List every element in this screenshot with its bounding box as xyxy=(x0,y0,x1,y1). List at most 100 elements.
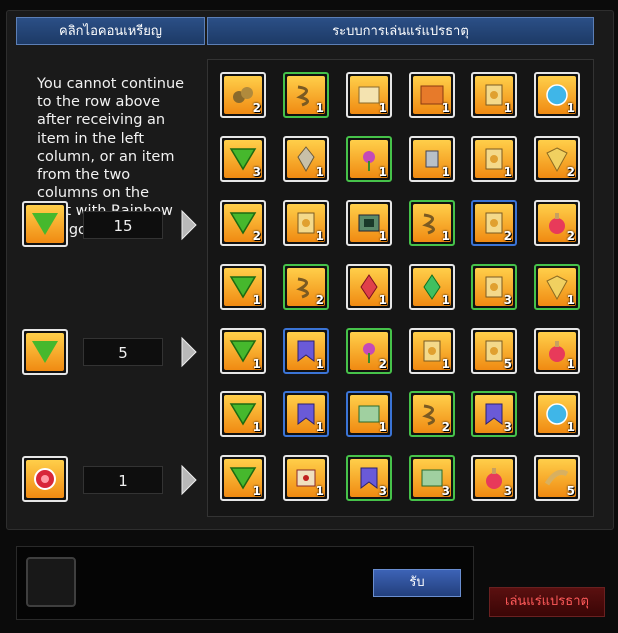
item-slot[interactable]: 5 xyxy=(534,455,580,501)
item-count: 2 xyxy=(252,101,261,115)
item-count: 1 xyxy=(441,293,450,307)
left-row-2-value: 5 xyxy=(83,338,163,366)
item-count: 1 xyxy=(566,420,575,434)
item-slot[interactable]: 1 xyxy=(346,136,392,182)
item-count: 1 xyxy=(378,101,387,115)
item-slot[interactable]: 3 xyxy=(346,455,392,501)
item-count: 5 xyxy=(503,357,512,371)
item-slot[interactable]: 1 xyxy=(346,391,392,437)
item-slot[interactable]: 1 xyxy=(534,391,580,437)
item-slot[interactable]: 1 xyxy=(471,72,517,118)
item-slot[interactable]: 1 xyxy=(409,72,455,118)
item-count: 3 xyxy=(503,293,512,307)
red-gem-icon xyxy=(34,468,56,490)
item-count: 1 xyxy=(566,293,575,307)
green-down-arrow-icon xyxy=(32,341,58,363)
item-count: 2 xyxy=(503,229,512,243)
item-count: 2 xyxy=(252,229,261,243)
item-count: 2 xyxy=(315,293,324,307)
item-slot[interactable]: 1 xyxy=(220,455,266,501)
item-slot[interactable]: 1 xyxy=(346,200,392,246)
item-count: 1 xyxy=(566,357,575,371)
item-slot[interactable]: 2 xyxy=(534,136,580,182)
item-slot[interactable]: 2 xyxy=(409,391,455,437)
item-count: 3 xyxy=(503,420,512,434)
left-row-1-value: 15 xyxy=(83,211,163,239)
item-count: 1 xyxy=(315,420,324,434)
item-count: 1 xyxy=(252,420,261,434)
receive-button[interactable]: รับ xyxy=(373,569,461,597)
item-count: 1 xyxy=(252,357,261,371)
item-slot[interactable]: 1 xyxy=(409,200,455,246)
item-slot[interactable]: 1 xyxy=(534,264,580,310)
item-slot[interactable]: 1 xyxy=(534,72,580,118)
right-arrow-icon[interactable] xyxy=(180,464,198,496)
item-slot[interactable]: 1 xyxy=(283,328,329,374)
green-down-arrow-icon xyxy=(32,213,58,235)
coin-slot-3[interactable] xyxy=(22,456,68,502)
alchemy-system-header: ระบบการเล่นแร่แปรธาตุ xyxy=(207,17,594,45)
item-count: 1 xyxy=(441,357,450,371)
item-count: 1 xyxy=(378,420,387,434)
item-slot[interactable]: 1 xyxy=(283,391,329,437)
item-count: 1 xyxy=(252,293,261,307)
item-count: 3 xyxy=(252,165,261,179)
item-slot[interactable]: 1 xyxy=(220,264,266,310)
item-count: 1 xyxy=(315,229,324,243)
item-count: 1 xyxy=(378,293,387,307)
item-slot[interactable]: 1 xyxy=(409,264,455,310)
item-count: 2 xyxy=(378,357,387,371)
item-slot[interactable]: 3 xyxy=(471,264,517,310)
item-slot[interactable]: 5 xyxy=(471,328,517,374)
item-slot[interactable]: 1 xyxy=(346,72,392,118)
reward-slot[interactable] xyxy=(26,557,76,607)
item-slot[interactable]: 2 xyxy=(283,264,329,310)
item-slot[interactable]: 2 xyxy=(471,200,517,246)
item-slot[interactable]: 1 xyxy=(534,328,580,374)
left-row-3-value: 1 xyxy=(83,466,163,494)
item-slot[interactable]: 1 xyxy=(283,455,329,501)
item-slot[interactable]: 1 xyxy=(283,200,329,246)
item-count: 1 xyxy=(315,357,324,371)
play-alchemy-button[interactable]: เล่นแร่แปรธาตุ xyxy=(489,587,605,617)
item-count: 1 xyxy=(503,101,512,115)
item-slot[interactable]: 1 xyxy=(471,136,517,182)
item-slot[interactable]: 1 xyxy=(283,72,329,118)
right-arrow-icon[interactable] xyxy=(180,336,198,368)
item-count: 1 xyxy=(441,229,450,243)
item-count: 5 xyxy=(566,484,575,498)
item-slot[interactable]: 2 xyxy=(534,200,580,246)
item-count: 1 xyxy=(566,101,575,115)
item-slot[interactable]: 1 xyxy=(283,136,329,182)
coin-icon-header: คลิกไอคอนเหรียญ xyxy=(16,17,205,45)
item-count: 1 xyxy=(315,101,324,115)
item-count: 1 xyxy=(441,165,450,179)
item-count: 1 xyxy=(315,165,324,179)
item-slot[interactable]: 1 xyxy=(409,136,455,182)
item-count: 1 xyxy=(503,165,512,179)
item-count: 1 xyxy=(441,101,450,115)
item-slot[interactable]: 1 xyxy=(220,328,266,374)
item-count: 3 xyxy=(503,484,512,498)
item-count: 2 xyxy=(566,165,575,179)
item-count: 1 xyxy=(378,229,387,243)
item-count: 2 xyxy=(441,420,450,434)
item-count: 3 xyxy=(378,484,387,498)
item-count: 1 xyxy=(315,484,324,498)
item-slot[interactable]: 1 xyxy=(409,328,455,374)
coin-slot-2[interactable] xyxy=(22,329,68,375)
item-slot[interactable]: 2 xyxy=(220,200,266,246)
right-arrow-icon[interactable] xyxy=(180,209,198,241)
item-slot[interactable]: 3 xyxy=(220,136,266,182)
item-slot[interactable]: 3 xyxy=(471,455,517,501)
item-slot[interactable]: 3 xyxy=(409,455,455,501)
item-count: 1 xyxy=(252,484,261,498)
item-count: 3 xyxy=(441,484,450,498)
item-count: 1 xyxy=(378,165,387,179)
item-slot[interactable]: 1 xyxy=(220,391,266,437)
item-slot[interactable]: 2 xyxy=(346,328,392,374)
item-slot[interactable]: 1 xyxy=(346,264,392,310)
coin-slot-1[interactable] xyxy=(22,201,68,247)
item-slot[interactable]: 2 xyxy=(220,72,266,118)
item-slot[interactable]: 3 xyxy=(471,391,517,437)
